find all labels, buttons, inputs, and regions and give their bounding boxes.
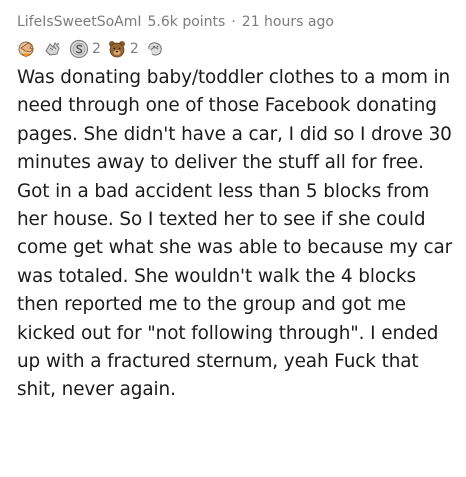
hugz-award-icon (148, 42, 162, 56)
award-hugz[interactable] (145, 39, 165, 59)
silver-coin-award-icon (69, 39, 89, 59)
award-facepalm[interactable] (17, 39, 37, 59)
award-list: 2 2 (17, 36, 454, 62)
award-bear-count: 2 (129, 41, 139, 57)
bear-award-icon (109, 41, 125, 58)
award-bear[interactable]: 2 (107, 39, 139, 59)
facepalm-award-icon (18, 41, 34, 58)
comment-author[interactable]: LifeIsSweetSoAmI (17, 14, 142, 30)
award-silver[interactable]: 2 (69, 39, 101, 59)
meta-separator: · (231, 14, 236, 30)
comment-points: 5.6k points (147, 14, 226, 30)
comment-body: Was donating baby/toddler clothes to a m… (17, 67, 453, 401)
award-silver-count: 2 (92, 41, 101, 57)
bravo-award-icon (45, 42, 60, 56)
comment: LifeIsSweetSoAmI 5.6k points · 21 hours … (0, 0, 466, 477)
comment-timestamp: 21 hours ago (241, 14, 334, 30)
comment-meta: LifeIsSweetSoAmI 5.6k points · 21 hours … (17, 10, 454, 34)
award-bravo[interactable] (43, 39, 63, 59)
